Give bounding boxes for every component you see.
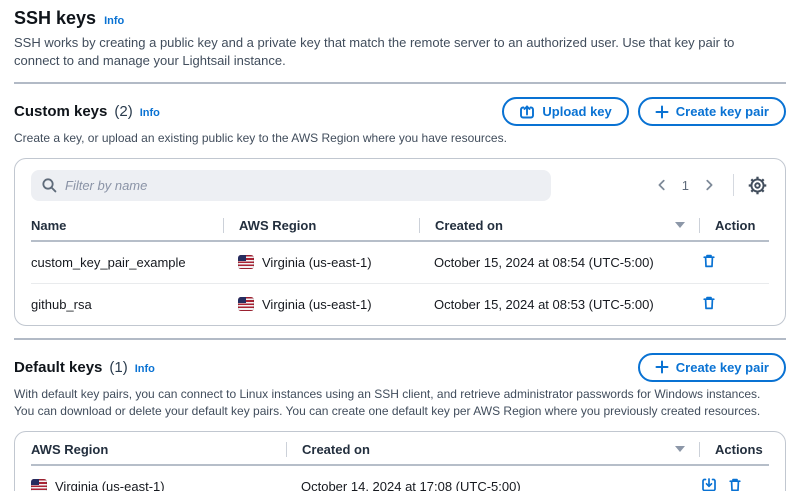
default-keys-table-header: AWS Region Created on Actions xyxy=(31,434,769,466)
default-keys-card: AWS Region Created on Actions Virginia (… xyxy=(14,431,786,491)
pagination: 1 xyxy=(650,174,769,197)
default-keys-info-link[interactable]: Info xyxy=(135,363,155,375)
section-divider xyxy=(14,82,786,84)
download-icon xyxy=(701,477,717,491)
create-default-key-pair-label: Create key pair xyxy=(676,360,769,375)
key-region: Virginia (us-east-1) xyxy=(31,479,286,491)
toolbar-divider xyxy=(733,174,734,196)
create-key-pair-button[interactable]: Create key pair xyxy=(638,97,786,126)
column-header-action: Action xyxy=(699,218,769,233)
current-page-number: 1 xyxy=(678,178,693,193)
sort-descending-icon xyxy=(675,222,685,228)
default-keys-header: Default keys (1) Info Create key pair xyxy=(14,353,786,382)
delete-key-button[interactable] xyxy=(727,477,743,491)
delete-key-button[interactable] xyxy=(701,253,717,272)
create-default-key-pair-button[interactable]: Create key pair xyxy=(638,353,786,382)
custom-keys-header: Custom keys (2) Info Upload key Create k… xyxy=(14,97,786,126)
sort-descending-icon xyxy=(675,446,685,452)
column-header-actions: Actions xyxy=(699,442,769,457)
row-actions xyxy=(699,253,769,272)
row-actions xyxy=(699,295,769,314)
page-info-link[interactable]: Info xyxy=(104,15,124,27)
custom-keys-count: (2) xyxy=(114,103,132,120)
default-keys-description-line2: You can download or delete your default … xyxy=(14,403,774,420)
custom-keys-info-link[interactable]: Info xyxy=(140,107,160,119)
default-keys-count: (1) xyxy=(109,359,127,376)
column-header-created-on[interactable]: Created on xyxy=(286,442,699,457)
previous-page-button[interactable] xyxy=(650,176,674,194)
us-flag-icon xyxy=(31,479,47,491)
table-row: Virginia (us-east-1) October 14, 2024 at… xyxy=(31,466,769,491)
page-title: SSH keys xyxy=(14,8,96,29)
table-row: custom_key_pair_example Virginia (us-eas… xyxy=(31,242,769,284)
section-divider xyxy=(14,338,786,340)
next-page-button[interactable] xyxy=(697,176,721,194)
plus-icon xyxy=(655,360,669,374)
column-header-aws-region[interactable]: AWS Region xyxy=(31,442,286,457)
trash-icon xyxy=(701,295,717,314)
page-header: SSH keys Info xyxy=(14,6,786,29)
table-preferences-gear-icon[interactable] xyxy=(746,174,769,197)
upload-key-button[interactable]: Upload key xyxy=(502,97,628,126)
custom-keys-card: 1 Name AWS Region Created on Action cust… xyxy=(14,158,786,326)
create-key-pair-label: Create key pair xyxy=(676,104,769,119)
ssh-keys-page: SSH keys Info SSH works by creating a pu… xyxy=(0,0,800,491)
delete-key-button[interactable] xyxy=(701,295,717,314)
key-name: custom_key_pair_example xyxy=(31,255,223,270)
search-icon xyxy=(41,177,58,199)
filter-by-name-input[interactable] xyxy=(31,170,551,201)
plus-icon xyxy=(655,105,669,119)
key-region: Virginia (us-east-1) xyxy=(223,255,419,270)
default-keys-title: Default keys xyxy=(14,359,102,376)
custom-keys-toolbar: 1 xyxy=(31,170,769,201)
custom-keys-table-header: Name AWS Region Created on Action xyxy=(31,210,769,242)
column-header-aws-region[interactable]: AWS Region xyxy=(223,218,419,233)
key-created-on: October 14, 2024 at 17:08 (UTC-5:00) xyxy=(286,479,699,491)
table-row: github_rsa Virginia (us-east-1) October … xyxy=(31,284,769,325)
column-header-name[interactable]: Name xyxy=(31,218,223,233)
page-description: SSH works by creating a public key and a… xyxy=(14,34,782,70)
trash-icon xyxy=(727,477,743,491)
download-key-button[interactable] xyxy=(701,477,717,491)
key-name: github_rsa xyxy=(31,297,223,312)
default-keys-description-line1: With default key pairs, you can connect … xyxy=(14,386,774,403)
key-created-on: October 15, 2024 at 08:54 (UTC-5:00) xyxy=(419,255,699,270)
key-region: Virginia (us-east-1) xyxy=(223,297,419,312)
custom-keys-title: Custom keys xyxy=(14,103,107,120)
filter-field xyxy=(31,170,551,201)
upload-icon xyxy=(519,104,535,120)
upload-key-label: Upload key xyxy=(542,104,611,119)
key-created-on: October 15, 2024 at 08:53 (UTC-5:00) xyxy=(419,297,699,312)
row-actions xyxy=(699,477,769,491)
default-keys-description: With default key pairs, you can connect … xyxy=(14,386,774,421)
us-flag-icon xyxy=(238,297,254,311)
custom-keys-description: Create a key, or upload an existing publ… xyxy=(14,130,774,147)
column-header-created-on[interactable]: Created on xyxy=(419,218,699,233)
us-flag-icon xyxy=(238,255,254,269)
trash-icon xyxy=(701,253,717,272)
